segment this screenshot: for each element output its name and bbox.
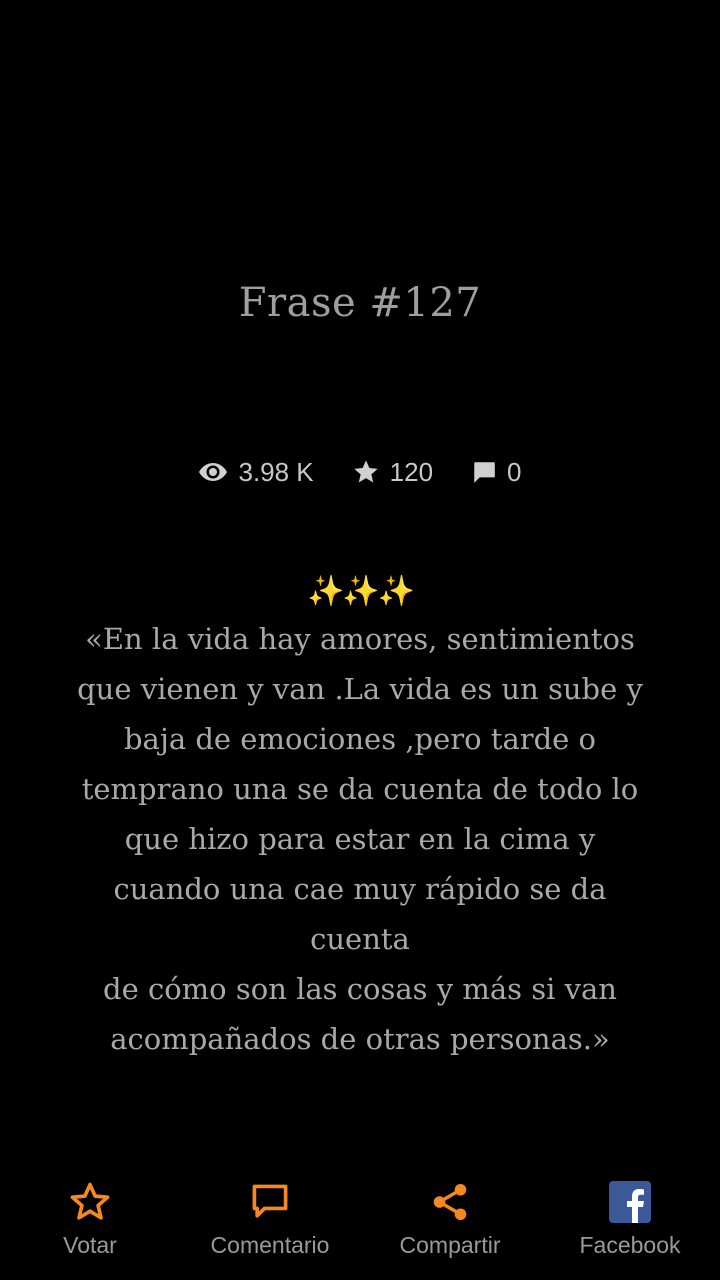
share-button[interactable]: Compartir bbox=[360, 1176, 540, 1280]
facebook-button[interactable]: Facebook bbox=[540, 1176, 720, 1280]
facebook-label: Facebook bbox=[579, 1232, 681, 1258]
sparkles-emoji: ✨✨✨ bbox=[306, 575, 415, 608]
stars-stat: 120 bbox=[352, 457, 433, 488]
vote-label: Votar bbox=[63, 1232, 117, 1258]
star-icon bbox=[352, 458, 380, 486]
speech-bubble-icon bbox=[471, 459, 497, 485]
views-count: 3.98 K bbox=[238, 456, 314, 487]
page-title: Frase #127 bbox=[238, 280, 482, 326]
bottom-action-bar: Votar Comentario Compartir Facebook bbox=[0, 1176, 720, 1280]
quote-text: «En la vida hay amores, sentimientos que… bbox=[77, 622, 643, 1056]
comment-icon bbox=[248, 1176, 292, 1228]
stars-count: 120 bbox=[389, 456, 434, 487]
comments-count: 0 bbox=[507, 456, 522, 487]
eye-icon bbox=[198, 461, 228, 483]
quote-block: ✨✨✨ «En la vida hay amores, sentimientos… bbox=[60, 570, 660, 1064]
views-stat: 3.98 K bbox=[198, 456, 314, 488]
share-label: Compartir bbox=[399, 1232, 501, 1258]
share-icon bbox=[429, 1176, 471, 1228]
quote-detail-screen: Frase #127 3.98 K 120 0 ✨✨✨ «En la vida … bbox=[0, 0, 720, 1280]
facebook-icon bbox=[609, 1176, 651, 1228]
star-outline-icon bbox=[68, 1176, 112, 1228]
stats-row: 3.98 K 120 0 bbox=[0, 452, 720, 492]
comment-button[interactable]: Comentario bbox=[180, 1176, 360, 1280]
vote-button[interactable]: Votar bbox=[0, 1176, 180, 1280]
comment-label: Comentario bbox=[210, 1232, 330, 1258]
comments-stat: 0 bbox=[471, 456, 522, 488]
